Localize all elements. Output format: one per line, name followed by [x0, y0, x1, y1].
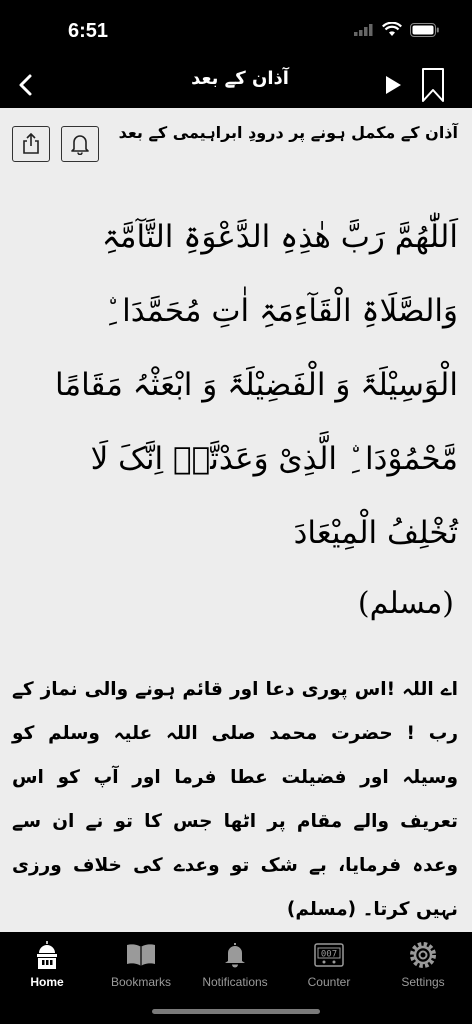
back-button[interactable] [10, 70, 40, 100]
notify-button[interactable] [61, 126, 99, 162]
arabic-text: اَللّٰھُمَّ رَبَّ ھٰذِہِ الدَّعْوَۃِ الت… [55, 219, 458, 551]
gear-icon [410, 942, 436, 968]
battery-icon [410, 22, 439, 37]
share-button[interactable] [12, 126, 50, 162]
tab-bar: Home Bookmarks Notifications 007 Counter… [0, 932, 472, 1024]
translation-text: اے اللہ !اس پوری دعا اور قائم ہونے والی … [12, 679, 458, 920]
counter-icon: 007 [314, 943, 344, 967]
home-indicator [152, 1009, 320, 1014]
tab-home-label: Home [30, 975, 64, 989]
play-icon [386, 76, 401, 94]
mosque-icon [37, 941, 57, 969]
wifi-icon [382, 22, 402, 36]
nav-bar: آذان کے بعد [0, 62, 472, 108]
status-bar: 6:51 [0, 0, 472, 62]
chevron-left-icon [19, 74, 32, 96]
share-icon [23, 133, 39, 154]
status-icons [354, 22, 440, 37]
svg-text:007: 007 [321, 950, 337, 960]
tab-home[interactable]: Home [0, 938, 94, 992]
tab-settings[interactable]: Settings [376, 938, 470, 992]
page-title: آذان کے بعد [191, 68, 289, 89]
bell-icon [71, 135, 89, 155]
tab-counter[interactable]: 007 Counter [282, 938, 376, 992]
tab-counter-label: Counter [307, 975, 351, 989]
bookmark-icon [422, 68, 444, 102]
status-time: 6:51 [68, 20, 109, 42]
dua-title: آذان کے مکمل ہونے پر درودِ ابراہیمی کے ب… [118, 123, 458, 142]
book-icon [127, 944, 155, 966]
tab-notifications[interactable]: Notifications [188, 938, 282, 992]
bookmark-button[interactable] [418, 66, 448, 104]
tab-settings-label: Settings [401, 975, 445, 989]
tab-bookmarks-label: Bookmarks [110, 975, 172, 989]
dua-content: آذان کے مکمل ہونے پر درودِ ابراہیمی کے ب… [0, 108, 472, 932]
tab-bookmarks[interactable]: Bookmarks [94, 938, 188, 992]
bell-icon [225, 943, 245, 968]
play-button[interactable] [378, 70, 408, 100]
signal-icon [354, 23, 373, 36]
tab-notifications-label: Notifications [202, 975, 268, 989]
reference-text: (مسلم) [357, 586, 454, 621]
